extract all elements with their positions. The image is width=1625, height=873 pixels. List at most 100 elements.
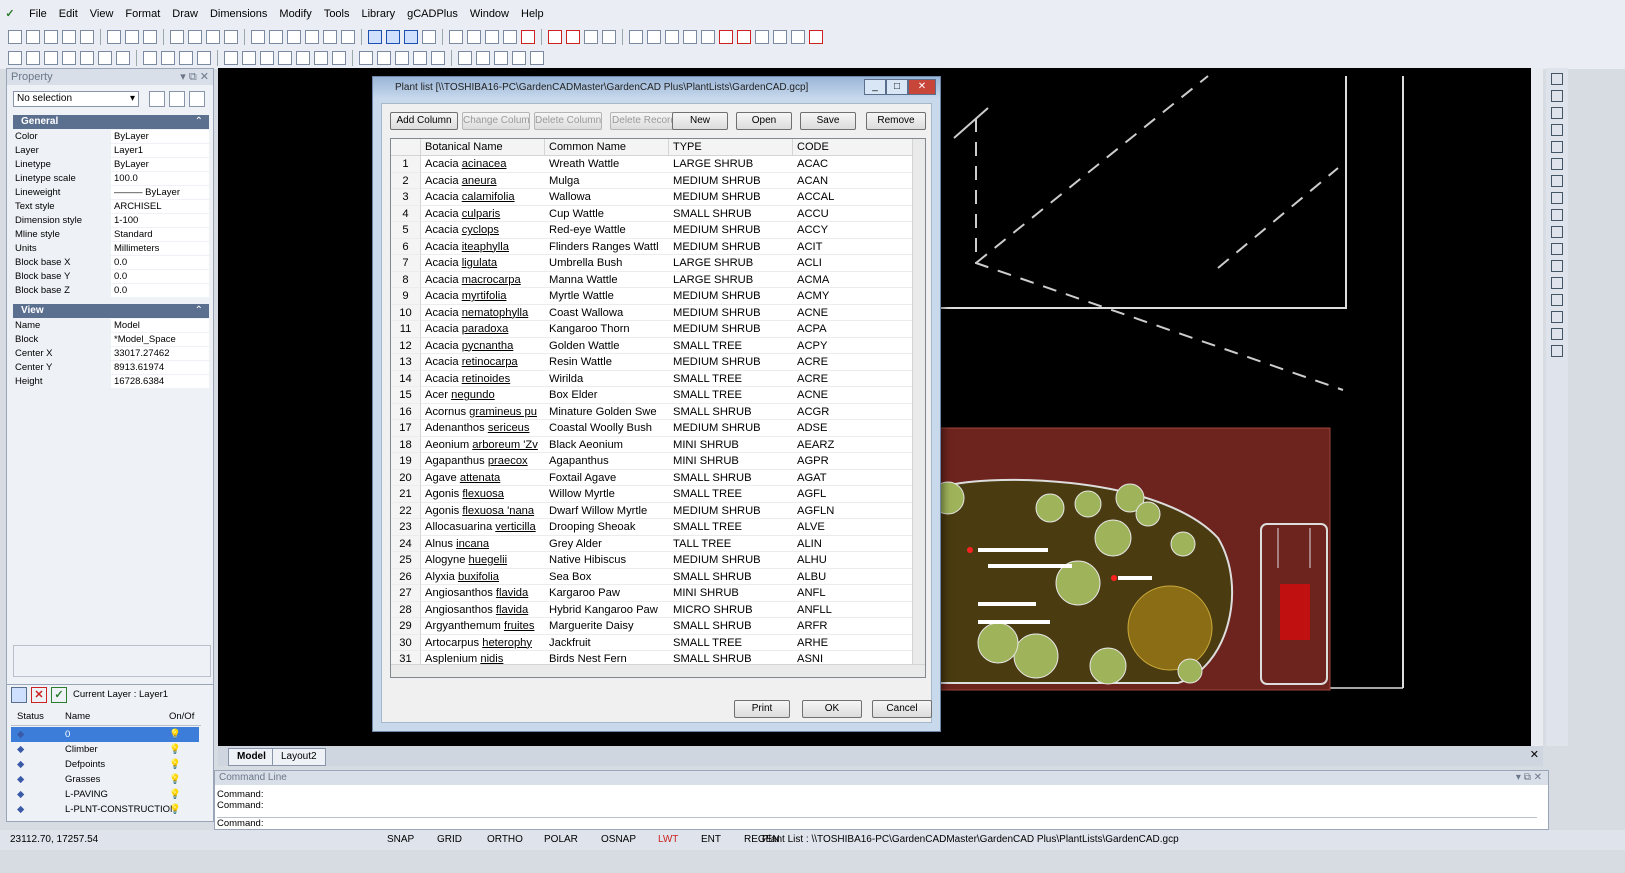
- table-cell[interactable]: MINI SHRUB: [669, 437, 793, 453]
- menu-item-help[interactable]: Help: [515, 0, 550, 28]
- table-horizontal-scrollbar[interactable]: [391, 664, 925, 677]
- table-cell[interactable]: Drooping Sheoak: [545, 519, 669, 536]
- toolbar-button-icon[interactable]: [26, 30, 40, 44]
- table-cell[interactable]: MEDIUM SHRUB: [669, 239, 793, 255]
- table-cell[interactable]: Acacia retinoides: [421, 371, 545, 387]
- toolbar-button-icon[interactable]: [791, 30, 805, 44]
- table-cell[interactable]: Umbrella Bush: [545, 255, 669, 272]
- table-cell[interactable]: ACMA: [793, 272, 913, 288]
- toolbar-button-icon[interactable]: [584, 30, 598, 44]
- column-header-type[interactable]: TYPE: [669, 139, 793, 156]
- toolbar-button-icon[interactable]: [413, 51, 427, 65]
- toolbar-button-icon[interactable]: [359, 51, 373, 65]
- table-cell[interactable]: SMALL TREE: [669, 387, 793, 404]
- table-cell[interactable]: Agonis flexuosa 'nana: [421, 503, 545, 519]
- table-cell[interactable]: Minature Golden Swe: [545, 404, 669, 420]
- table-cell[interactable]: Agapanthus praecox: [421, 453, 545, 470]
- table-cell[interactable]: MEDIUM SHRUB: [669, 173, 793, 189]
- modify-tool-icon[interactable]: [1551, 175, 1563, 187]
- toolbar-button-icon[interactable]: [548, 30, 562, 44]
- table-cell[interactable]: SMALL SHRUB: [669, 404, 793, 420]
- table-cell[interactable]: Agave attenata: [421, 470, 545, 486]
- table-cell[interactable]: Cup Wattle: [545, 206, 669, 222]
- layer-row[interactable]: ◆ Grasses 💡: [11, 772, 199, 787]
- table-cell[interactable]: ACRE: [793, 371, 913, 387]
- table-cell[interactable]: Kargaroo Paw: [545, 585, 669, 602]
- toolbar-button-icon[interactable]: [179, 51, 193, 65]
- toolbar-button-icon[interactable]: [251, 30, 265, 44]
- tab-model[interactable]: Model: [228, 748, 275, 766]
- menu-item-library[interactable]: Library: [356, 0, 402, 28]
- layer-row[interactable]: ◆ 0 💡: [11, 727, 199, 742]
- table-cell[interactable]: MEDIUM SHRUB: [669, 354, 793, 371]
- toolbar-button-icon[interactable]: [701, 30, 715, 44]
- status-toggle-polar[interactable]: POLAR: [544, 830, 578, 850]
- table-cell[interactable]: MICRO SHRUB: [669, 602, 793, 618]
- property-value[interactable]: *Model_Space: [111, 333, 209, 346]
- lightbulb-icon[interactable]: 💡: [169, 757, 181, 772]
- table-cell[interactable]: ALIN: [793, 536, 913, 552]
- modify-tool-icon[interactable]: [1551, 328, 1563, 340]
- cancel-button[interactable]: Cancel: [872, 700, 932, 718]
- table-cell[interactable]: Acacia retinocarpa: [421, 354, 545, 371]
- table-cell[interactable]: AEARZ: [793, 437, 913, 453]
- table-cell[interactable]: ACGR: [793, 404, 913, 420]
- toolbar-button-icon[interactable]: [224, 51, 238, 65]
- table-cell[interactable]: TALL TREE: [669, 536, 793, 552]
- modify-tool-icon[interactable]: [1551, 90, 1563, 102]
- table-cell[interactable]: SMALL SHRUB: [669, 206, 793, 222]
- table-cell[interactable]: SMALL TREE: [669, 338, 793, 354]
- modify-tool-icon[interactable]: [1551, 107, 1563, 119]
- toolbar-button-icon[interactable]: [143, 30, 157, 44]
- property-row[interactable]: Layer Layer1: [13, 144, 209, 158]
- table-cell[interactable]: MEDIUM SHRUB: [669, 189, 793, 206]
- property-value[interactable]: ARCHISEL: [111, 200, 209, 213]
- table-cell[interactable]: Acacia macrocarpa: [421, 272, 545, 288]
- table-cell[interactable]: ACPA: [793, 321, 913, 338]
- table-cell[interactable]: Angiosanthos flavida: [421, 602, 545, 618]
- toolbar-button-icon[interactable]: [323, 30, 337, 44]
- toolbar-button-icon[interactable]: [404, 30, 418, 44]
- table-cell[interactable]: Angiosanthos flavida: [421, 585, 545, 602]
- table-cell[interactable]: SMALL SHRUB: [669, 569, 793, 585]
- toolbar-button-icon[interactable]: [566, 30, 580, 44]
- table-cell[interactable]: Artocarpus heterophy: [421, 635, 545, 651]
- status-toggle-osnap[interactable]: OSNAP: [601, 830, 636, 850]
- toolbar-button-icon[interactable]: [107, 30, 121, 44]
- toolbar-button-icon[interactable]: [458, 51, 472, 65]
- toolbar-button-icon[interactable]: [647, 30, 661, 44]
- toolbar-button-icon[interactable]: [224, 30, 238, 44]
- toggle-pickadd-button[interactable]: [149, 91, 165, 107]
- table-cell[interactable]: Alnus incana: [421, 536, 545, 552]
- table-cell[interactable]: Acacia nematophylla: [421, 305, 545, 321]
- modify-tool-icon[interactable]: [1551, 192, 1563, 204]
- toolbar-button-icon[interactable]: [521, 30, 535, 44]
- table-cell[interactable]: Black Aeonium: [545, 437, 669, 453]
- toolbar-button-icon[interactable]: [512, 51, 526, 65]
- toolbar-button-icon[interactable]: [683, 30, 697, 44]
- table-cell[interactable]: Red-eye Wattle: [545, 222, 669, 239]
- set-current-layer-icon[interactable]: ✓: [51, 687, 67, 703]
- new-button[interactable]: New: [672, 112, 728, 130]
- table-cell[interactable]: MEDIUM SHRUB: [669, 503, 793, 519]
- table-cell[interactable]: Agonis flexuosa: [421, 486, 545, 503]
- lightbulb-icon[interactable]: 💡: [169, 787, 181, 802]
- property-row[interactable]: Block base Y 0.0: [13, 270, 209, 284]
- table-cell[interactable]: MEDIUM SHRUB: [669, 321, 793, 338]
- table-cell[interactable]: Native Hibiscus: [545, 552, 669, 569]
- table-cell[interactable]: Wirilda: [545, 371, 669, 387]
- table-cell[interactable]: Acornus gramineus pu: [421, 404, 545, 420]
- property-value[interactable]: 0.0: [111, 256, 209, 269]
- modify-tool-icon[interactable]: [1551, 141, 1563, 153]
- property-row[interactable]: Units Millimeters: [13, 242, 209, 256]
- table-cell[interactable]: ARFR: [793, 618, 913, 635]
- lightbulb-icon[interactable]: 💡: [169, 772, 181, 787]
- table-cell[interactable]: MEDIUM SHRUB: [669, 222, 793, 239]
- table-cell[interactable]: SMALL TREE: [669, 486, 793, 503]
- maximize-icon[interactable]: □: [886, 79, 908, 95]
- toolbar-button-icon[interactable]: [665, 30, 679, 44]
- toolbar-button-icon[interactable]: [260, 51, 274, 65]
- toolbar-button-icon[interactable]: [206, 30, 220, 44]
- toolbar-button-icon[interactable]: [242, 51, 256, 65]
- table-cell[interactable]: ACRE: [793, 354, 913, 371]
